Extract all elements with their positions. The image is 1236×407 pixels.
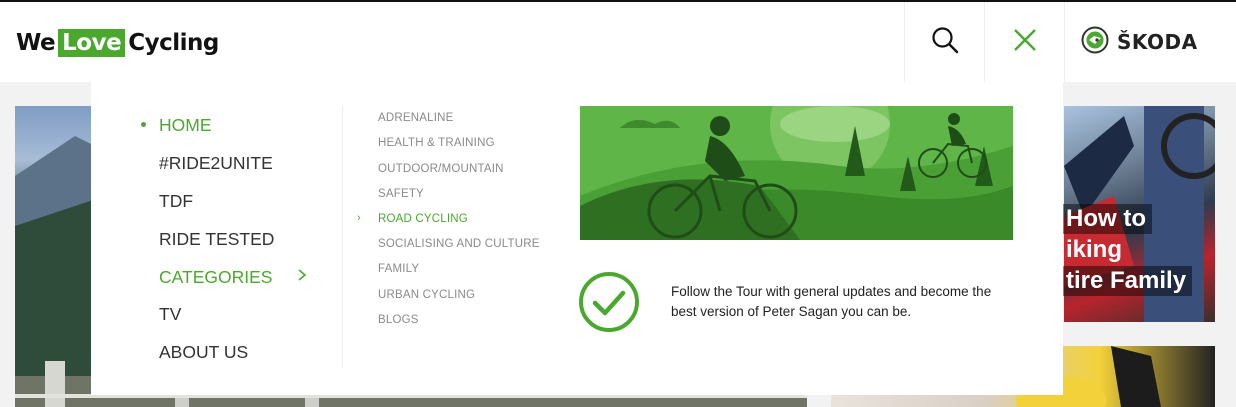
nav-item-categories[interactable]: CATEGORIES xyxy=(159,262,272,292)
site-header: We Love Cycling ŠKODA xyxy=(0,2,1236,82)
chevron-right-icon[interactable] xyxy=(297,268,307,287)
logo-text-we: We xyxy=(16,30,56,56)
category-item-outdoor-mountain[interactable]: OUTDOOR/MOUNTAIN xyxy=(378,161,504,177)
nav-item-about-us[interactable]: ABOUT US xyxy=(159,337,248,367)
close-icon xyxy=(1013,28,1037,57)
category-item-road-cycling[interactable]: ROAD CYCLING xyxy=(378,211,468,227)
skoda-logo-icon xyxy=(1081,26,1109,59)
nav-item-home[interactable]: HOME xyxy=(159,110,212,140)
skoda-brand-link[interactable]: ŠKODA xyxy=(1064,2,1236,82)
category-item-family[interactable]: FAMILY xyxy=(378,261,419,277)
article-title-line[interactable]: tire Family xyxy=(1060,266,1193,296)
nav-item-ride-tested[interactable]: RIDE TESTED xyxy=(159,224,274,254)
category-item-socialising-culture[interactable]: SOCIALISING AND CULTURE xyxy=(378,236,540,252)
nav-item-tdf[interactable]: TDF xyxy=(159,186,193,216)
logo-text-love: Love xyxy=(58,29,126,57)
road-cycling-illustration[interactable] xyxy=(580,106,1013,240)
page: How to iking tire Family We Love Cycling xyxy=(0,0,1236,407)
article-title-line[interactable]: How to xyxy=(1060,204,1152,234)
brand-name: ŠKODA xyxy=(1117,30,1198,54)
category-item-health-training[interactable]: HEALTH & TRAINING xyxy=(378,135,495,151)
site-logo[interactable]: We Love Cycling xyxy=(16,28,219,58)
menu-divider xyxy=(342,106,343,368)
search-button[interactable] xyxy=(904,2,984,82)
category-item-blogs[interactable]: BLOGS xyxy=(378,312,419,328)
nav-item-ride2unite[interactable]: #RIDE2UNITE xyxy=(159,148,273,178)
article-title-line[interactable]: iking xyxy=(1060,235,1128,265)
check-circle-icon xyxy=(578,271,640,338)
nav-item-tv[interactable]: TV xyxy=(159,299,181,329)
active-bullet xyxy=(141,122,146,127)
feature-description: Follow the Tour with general updates and… xyxy=(671,284,992,319)
primary-nav: HOME #RIDE2UNITE TDF RIDE TESTED CATEGOR… xyxy=(91,82,343,395)
category-item-adrenaline[interactable]: ADRENALINE xyxy=(378,110,454,126)
close-menu-button[interactable] xyxy=(984,2,1064,82)
mega-menu: HOME #RIDE2UNITE TDF RIDE TESTED CATEGOR… xyxy=(91,82,1063,395)
chevron-right-small-icon: › xyxy=(357,212,361,224)
category-item-safety[interactable]: SAFETY xyxy=(378,186,424,202)
search-icon xyxy=(931,26,959,59)
logo-text-cycling: Cycling xyxy=(128,30,219,56)
category-item-urban-cycling[interactable]: URBAN CYCLING xyxy=(378,287,475,303)
